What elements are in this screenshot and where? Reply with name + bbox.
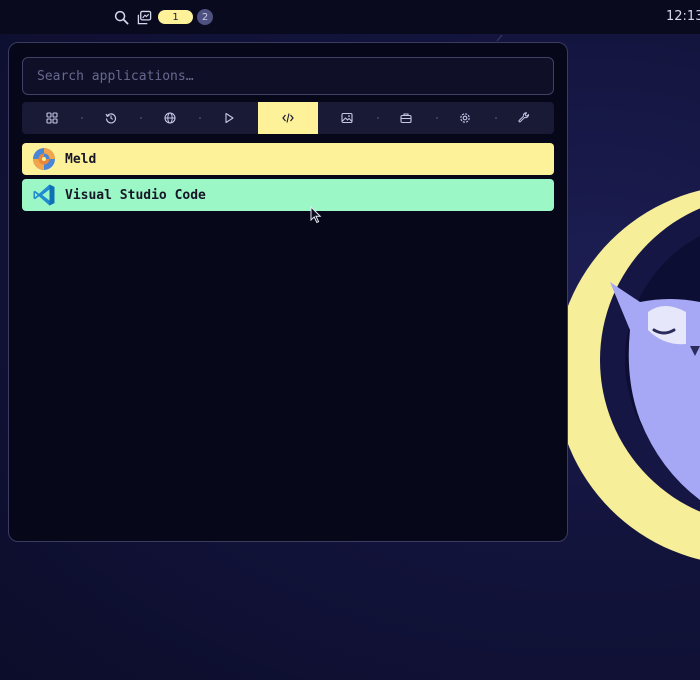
image-icon	[341, 112, 353, 124]
app-name: Visual Studio Code	[65, 187, 206, 203]
vscode-icon	[31, 182, 57, 208]
grid-icon	[45, 112, 58, 124]
code-icon	[282, 113, 294, 123]
workspace-1-button[interactable]: 1	[158, 10, 193, 24]
category-utilities-tab[interactable]	[494, 102, 554, 134]
category-graphics-tab[interactable]	[318, 102, 377, 134]
top-bar: 1 2 12:13	[0, 0, 700, 34]
gear-icon	[460, 113, 471, 123]
window-overview-icon[interactable]	[135, 8, 153, 26]
category-multimedia-tab[interactable]	[199, 102, 258, 134]
category-all-tab[interactable]	[22, 102, 81, 134]
category-settings-tab[interactable]	[435, 102, 495, 134]
app-item-vscode[interactable]: Visual Studio Code	[22, 179, 554, 211]
category-recent-tab[interactable]	[81, 102, 140, 134]
briefcase-icon	[400, 113, 412, 124]
meld-icon	[31, 146, 57, 172]
category-office-tab[interactable]	[376, 102, 436, 134]
category-internet-tab[interactable]	[140, 102, 199, 134]
app-item-meld[interactable]: Meld	[22, 143, 554, 175]
globe-icon	[164, 112, 176, 124]
play-icon	[225, 112, 234, 124]
history-icon	[105, 113, 116, 124]
app-launcher: Meld Visual Studio Code	[8, 42, 568, 542]
category-bar	[22, 102, 554, 134]
wrench-icon	[518, 112, 530, 123]
mouse-cursor-icon	[310, 206, 322, 224]
search-input[interactable]	[22, 57, 554, 95]
search-icon[interactable]	[112, 8, 130, 26]
category-development-tab[interactable]	[258, 102, 318, 134]
app-name: Meld	[65, 151, 97, 167]
workspace-2-button[interactable]: 2	[197, 9, 213, 25]
clock: 12:13	[666, 9, 700, 24]
